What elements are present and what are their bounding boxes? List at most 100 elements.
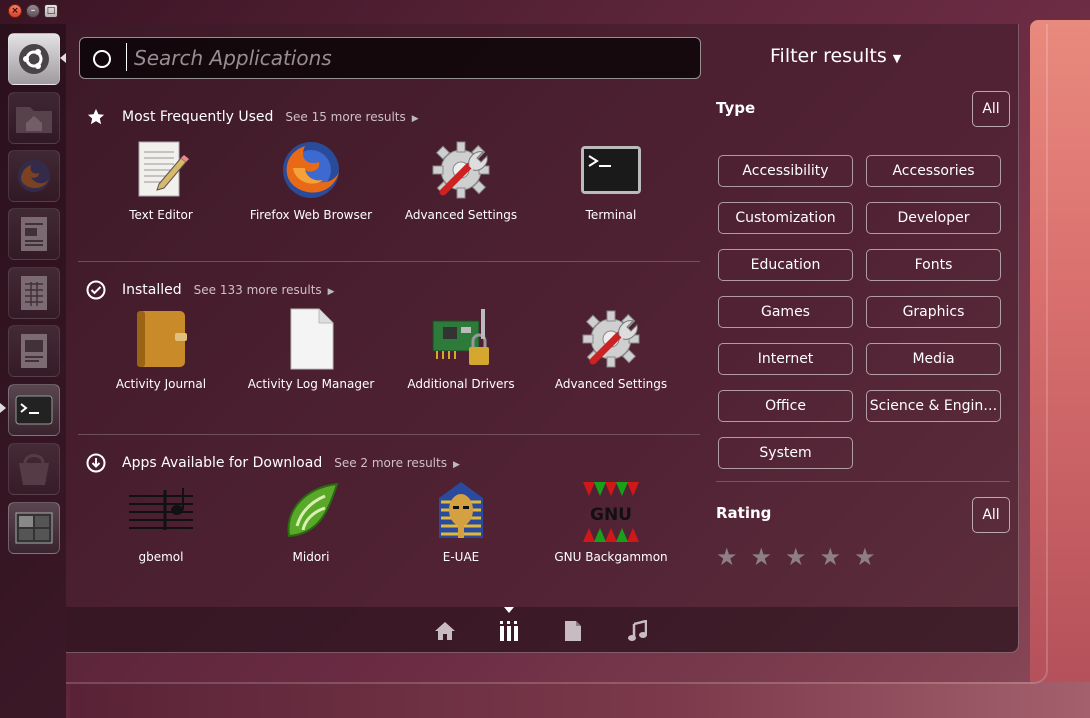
filter-chip-accessories[interactable]: Accessories bbox=[866, 155, 1001, 187]
firefox-icon bbox=[279, 138, 343, 202]
see-more-label: See 15 more results bbox=[285, 110, 406, 124]
launcher-workspaces[interactable] bbox=[8, 502, 60, 554]
launcher-firefox[interactable] bbox=[8, 150, 60, 202]
applications-icon[interactable] bbox=[498, 620, 520, 642]
app-tile[interactable]: E-UAE bbox=[386, 480, 536, 564]
section-divider bbox=[78, 434, 700, 435]
writer-doc-icon bbox=[21, 217, 47, 251]
filter-divider bbox=[716, 481, 1010, 482]
app-label: Activity Journal bbox=[115, 377, 207, 391]
backgammon-icon-text: GNU bbox=[590, 505, 632, 525]
app-tile[interactable]: GNU GNU Backgammon bbox=[536, 480, 686, 564]
text-caret bbox=[126, 43, 127, 71]
launcher-writer[interactable] bbox=[8, 208, 60, 260]
triangle-down-icon: ▼ bbox=[892, 52, 902, 65]
lens-bar bbox=[66, 607, 1018, 652]
filter-chip-media[interactable]: Media bbox=[866, 343, 1001, 375]
minimize-icon[interactable]: – bbox=[26, 4, 40, 18]
rating-all-button[interactable]: All bbox=[972, 497, 1010, 533]
star-icon[interactable]: ★ bbox=[751, 545, 773, 569]
presentation-icon bbox=[21, 334, 47, 368]
star-icon[interactable]: ★ bbox=[716, 545, 738, 569]
launcher-calc[interactable] bbox=[8, 267, 60, 319]
maximize-icon[interactable]: □ bbox=[44, 4, 58, 18]
app-label: gbemol bbox=[138, 550, 184, 564]
active-lens-indicator-icon bbox=[504, 607, 514, 613]
files-icon[interactable] bbox=[562, 620, 584, 642]
search-input[interactable] bbox=[132, 42, 696, 74]
section-title: Installed bbox=[122, 282, 182, 298]
app-label: Additional Drivers bbox=[407, 377, 515, 391]
app-tile[interactable]: Additional Drivers bbox=[386, 307, 536, 391]
filter-chip-science-engineering[interactable]: Science & Engin… bbox=[866, 390, 1001, 422]
app-tile[interactable]: Firefox Web Browser bbox=[236, 138, 386, 222]
type-all-button[interactable]: All bbox=[972, 91, 1010, 127]
music-icon[interactable] bbox=[626, 620, 648, 642]
app-tile[interactable]: Terminal bbox=[536, 138, 686, 222]
filter-chip-office[interactable]: Office bbox=[718, 390, 853, 422]
workspace-switcher-icon bbox=[15, 512, 53, 544]
app-label: Advanced Settings bbox=[404, 208, 518, 222]
app-tile[interactable]: Advanced Settings bbox=[536, 307, 686, 391]
filter-chip-games[interactable]: Games bbox=[718, 296, 853, 328]
filter-chip-internet[interactable]: Internet bbox=[718, 343, 853, 375]
settings-gear-icon bbox=[429, 138, 493, 202]
drivers-icon bbox=[429, 307, 493, 371]
type-filter-title: Type bbox=[716, 99, 756, 117]
dash-home-button[interactable] bbox=[8, 33, 60, 85]
launcher-terminal[interactable] bbox=[8, 384, 60, 436]
filter-chip-education[interactable]: Education bbox=[718, 249, 853, 281]
launcher-impress[interactable] bbox=[8, 325, 60, 377]
app-label: Text Editor bbox=[129, 208, 193, 222]
see-more-label: See 2 more results bbox=[334, 456, 447, 470]
software-center-icon bbox=[19, 454, 49, 485]
app-tile[interactable]: Activity Log Manager bbox=[236, 307, 386, 391]
app-label: Midori bbox=[292, 550, 330, 564]
launcher-software-center[interactable] bbox=[8, 443, 60, 495]
filter-results-toggle[interactable]: Filter results ▼ bbox=[770, 45, 901, 67]
star-icon[interactable]: ★ bbox=[820, 545, 842, 569]
wallpaper-edge bbox=[1030, 20, 1090, 690]
launcher-home-folder[interactable] bbox=[8, 92, 60, 144]
text-editor-icon bbox=[129, 138, 193, 202]
check-circle-icon bbox=[86, 280, 106, 300]
app-label: Advanced Settings bbox=[554, 377, 668, 391]
section-title: Most Frequently Used bbox=[122, 109, 274, 125]
filter-chip-fonts[interactable]: Fonts bbox=[866, 249, 1001, 281]
music-staff-icon bbox=[129, 480, 193, 544]
app-tile[interactable]: Advanced Settings bbox=[386, 138, 536, 222]
terminal-icon bbox=[579, 138, 643, 202]
star-icon bbox=[86, 107, 106, 127]
app-tile[interactable]: Midori bbox=[236, 480, 386, 564]
rating-filter-title: Rating bbox=[716, 504, 772, 522]
star-icon[interactable]: ★ bbox=[854, 545, 876, 569]
app-label: Activity Log Manager bbox=[247, 377, 375, 391]
terminal-icon bbox=[15, 395, 53, 425]
section-divider bbox=[78, 261, 700, 262]
app-tile[interactable]: Text Editor bbox=[86, 138, 236, 222]
home-icon[interactable] bbox=[434, 620, 456, 642]
window-controls: × – □ bbox=[8, 4, 58, 18]
star-icon[interactable]: ★ bbox=[785, 545, 807, 569]
filter-results-label: Filter results bbox=[770, 45, 887, 67]
see-more-label: See 133 more results bbox=[193, 283, 322, 297]
pharaoh-icon bbox=[429, 480, 493, 544]
app-tile[interactable]: Activity Journal bbox=[86, 307, 236, 391]
wallpaper-bottom bbox=[70, 682, 1090, 718]
filter-chip-customization[interactable]: Customization bbox=[718, 202, 853, 234]
see-more-link[interactable]: See 15 more results ▶ bbox=[285, 110, 418, 124]
close-icon[interactable]: × bbox=[8, 4, 22, 18]
filter-chip-developer[interactable]: Developer bbox=[866, 202, 1001, 234]
filter-chip-graphics[interactable]: Graphics bbox=[866, 296, 1001, 328]
midori-leaf-icon bbox=[279, 480, 343, 544]
see-more-link[interactable]: See 133 more results ▶ bbox=[194, 283, 335, 297]
app-tile[interactable]: gbemol bbox=[86, 480, 236, 564]
search-bar[interactable] bbox=[79, 37, 701, 79]
app-label: Terminal bbox=[585, 208, 637, 222]
spreadsheet-icon bbox=[21, 276, 47, 310]
see-more-link[interactable]: See 2 more results ▶ bbox=[334, 456, 460, 470]
filter-chip-system[interactable]: System bbox=[718, 437, 853, 469]
filter-chip-accessibility[interactable]: Accessibility bbox=[718, 155, 853, 187]
document-icon bbox=[279, 307, 343, 371]
backgammon-icon: GNU bbox=[579, 480, 643, 544]
